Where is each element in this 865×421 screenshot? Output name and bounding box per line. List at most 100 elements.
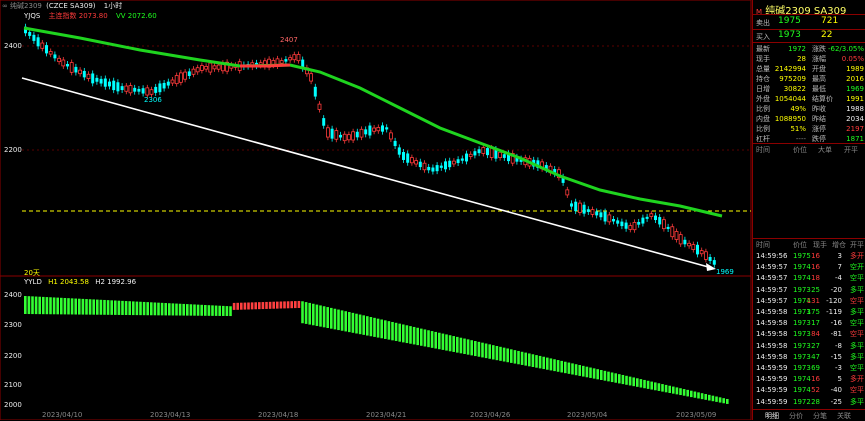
stat-row: 现手 28 涨幅 0.05% [756, 54, 864, 64]
trade-oi: -20 [830, 285, 842, 294]
trade-price: 1972 [793, 397, 811, 406]
stat-value: 1969 [846, 85, 864, 93]
stat-label: 涨幅 [812, 55, 826, 63]
trend-line [21, 77, 713, 269]
stat-row: 内盘 1088950 昨结 2034 [756, 114, 864, 124]
trade-row[interactable]: 14:59:58 1973 84 -81 空平 [756, 329, 864, 340]
trade-type: 多平 [850, 397, 864, 406]
stat-value: 1972 [788, 45, 806, 53]
trade-volume: 84 [811, 330, 820, 339]
trade-row[interactable]: 14:59:59 1972 28 -25 多平 [756, 397, 864, 408]
stat-value: 30822 [783, 85, 806, 93]
trade-price: 1973 [793, 364, 811, 372]
trade-oi: 3 [837, 252, 842, 260]
trade-row[interactable]: 14:59:57 1974 16 7 空开 [756, 262, 864, 273]
col-big: 大单 [818, 146, 832, 154]
stat-label: 最新 [756, 45, 770, 53]
trade-type: 空开 [850, 263, 864, 272]
x-axis: 2023/04/10 2023/04/13 2023/04/18 2023/04… [0, 410, 752, 420]
trade-volume: 25 [811, 285, 820, 294]
col-type: 开平 [844, 146, 858, 154]
moving-average-line [23, 26, 723, 218]
trade-volume: 69 [811, 364, 820, 372]
trade-row[interactable]: 14:59:56 1975 16 3 多开 [756, 251, 864, 262]
indicator-header: YJQS 主连指数 2073.80 VV 2072.60 [24, 11, 157, 21]
x-label: 2023/04/18 [258, 411, 299, 419]
stat-value: 2142994 [774, 65, 806, 73]
trade-volume: 175 [806, 308, 820, 316]
indicator-name: YJQS [24, 12, 41, 20]
stat-label: 开盘 [812, 65, 826, 73]
trade-type: 多开 [850, 375, 864, 384]
stat-label: 内盘 [756, 115, 770, 123]
trade-volume: 16 [811, 375, 820, 384]
y-label-2200: 2200 [4, 146, 22, 154]
trade-oi: -120 [826, 296, 842, 305]
quote-panel: M 纯碱2309 SA309 卖出 1975 721 买入 1973 22 最新… [752, 0, 865, 420]
chart-title-bar[interactable]: ∞ 纯碱2309 (CZCE SA309) 1小时 [2, 1, 122, 11]
trade-volume: 16 [811, 252, 820, 260]
sub-indicator-bars [24, 296, 729, 404]
sub-indicator-name: YYLD [24, 278, 42, 286]
x-label: 2023/04/21 [366, 411, 407, 419]
stat-label: 持仓 [756, 75, 770, 83]
trade-row[interactable]: 14:59:58 1973 175 -119 多平 [756, 307, 864, 318]
col-oi: 增仓 [832, 241, 846, 249]
sub-indicator-h2: H2 1992.96 [95, 278, 137, 286]
trade-time: 14:59:58 [756, 341, 788, 350]
stat-value: 0.05% [841, 55, 864, 63]
stat-value: -62/3.05% [827, 45, 864, 53]
sell-row[interactable]: 卖出 1975 721 [756, 16, 864, 28]
main-chart-svg[interactable] [0, 0, 752, 420]
trade-type: 空平 [850, 364, 864, 372]
stat-label: 外盘 [756, 95, 770, 103]
stat-row: 最新 1972 涨跌 -62/3.05% [756, 44, 864, 54]
low-annotation: 2306 [144, 96, 162, 104]
trade-price: 1973 [793, 341, 811, 350]
x-label: 2023/05/04 [567, 411, 608, 419]
trade-type: 空平 [850, 296, 864, 305]
trade-oi: -8 [835, 341, 842, 350]
tick-header: 时间 价位 大单 开平 [756, 145, 864, 155]
chart-area[interactable]: ∞ 纯碱2309 (CZCE SA309) 1小时 YJQS 主连指数 2073… [0, 0, 752, 420]
trade-row[interactable]: 14:59:57 1973 25 -20 多平 [756, 285, 864, 296]
sub-y-label-2400: 2400 [4, 291, 22, 299]
trade-row[interactable]: 14:59:57 1974 18 -4 空平 [756, 273, 864, 284]
trade-price: 1974 [793, 263, 811, 272]
stat-row: 比例 51% 涨停 2197 [756, 124, 864, 134]
trade-row[interactable]: 14:59:59 1973 69 -3 空平 [756, 363, 864, 374]
trade-row[interactable]: 14:59:58 1973 47 -15 多平 [756, 352, 864, 363]
trade-time: 14:59:57 [756, 274, 788, 283]
stat-value: 2034 [846, 115, 864, 123]
stat-label: 总量 [756, 65, 770, 73]
stat-label: 涨跌 [812, 45, 826, 53]
days-label: 20天 [24, 269, 40, 277]
stat-label: 涨停 [812, 125, 826, 133]
trade-type: 空平 [850, 386, 864, 395]
stat-value: 1054044 [774, 95, 806, 103]
trade-row[interactable]: 14:59:59 1974 16 5 多开 [756, 374, 864, 385]
trade-oi: -40 [830, 386, 842, 395]
col-type: 开平 [850, 241, 864, 249]
menu-label[interactable]: ∞ 纯碱2309 [2, 2, 42, 10]
buy-row[interactable]: 买入 1973 22 [756, 30, 864, 42]
trade-row[interactable]: 14:59:57 1974 131 -120 空平 [756, 296, 864, 307]
stat-value: 51% [790, 125, 806, 133]
trade-time: 14:59:59 [756, 364, 788, 372]
bottom-tabs[interactable]: 明细 分价 分笔 关联 [753, 409, 865, 420]
stat-row: 总量 2142994 开盘 1989 [756, 64, 864, 74]
stat-label: 日增 [756, 85, 770, 93]
trade-type: 多平 [850, 352, 864, 361]
sell-label: 卖出 [756, 19, 770, 27]
trade-time: 14:59:59 [756, 397, 788, 406]
trade-row[interactable]: 14:59:58 1973 27 -8 多平 [756, 341, 864, 352]
stat-value: 975209 [779, 75, 806, 83]
period-label[interactable]: 1小时 [104, 2, 122, 10]
trade-row[interactable]: 14:59:58 1973 17 -16 空平 [756, 318, 864, 329]
trade-oi: -119 [826, 308, 842, 316]
trade-row[interactable]: 14:59:59 1974 52 -40 空平 [756, 385, 864, 396]
stat-value: 1088950 [774, 115, 806, 123]
trade-time: 14:59:56 [756, 252, 788, 260]
trade-time: 14:59:59 [756, 386, 788, 395]
stat-row: 日增 30822 最低 1969 [756, 84, 864, 94]
